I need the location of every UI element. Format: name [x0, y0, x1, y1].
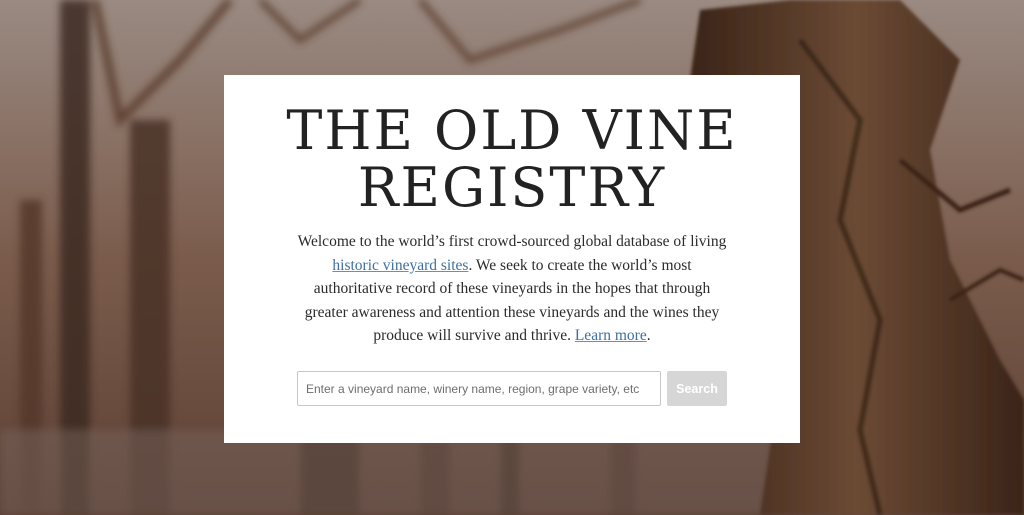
search-input[interactable]: [297, 371, 661, 406]
intro-text-1: Welcome to the world’s first crowd-sourc…: [297, 233, 727, 251]
search-bar: Search: [297, 371, 727, 406]
learn-more-link[interactable]: Learn more: [575, 327, 647, 344]
search-button[interactable]: Search: [667, 371, 727, 406]
historic-vineyard-sites-link[interactable]: historic vineyard sites: [332, 257, 468, 274]
intro-card: THE OLD VINE REGISTRY Welcome to the wor…: [224, 75, 800, 443]
site-title-line1: THE OLD VINE: [286, 99, 738, 162]
intro-text-3: .: [646, 327, 651, 345]
site-title-line2: REGISTRY: [357, 155, 667, 219]
intro-paragraph: Welcome to the world’s first crowd-sourc…: [292, 230, 732, 348]
site-title: THE OLD VINE REGISTRY: [224, 75, 800, 216]
